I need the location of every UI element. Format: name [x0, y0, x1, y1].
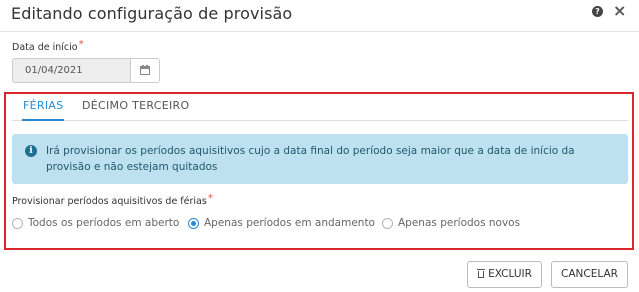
delete-button[interactable]: EXCLUIR: [467, 261, 542, 288]
radio-button[interactable]: [12, 218, 23, 229]
dialog-header: Editando configuração de provisão ? ×: [0, 0, 639, 32]
tab-bar: FÉRIAS DÉCIMO TERCEIRO: [12, 94, 628, 121]
calendar-button[interactable]: [130, 58, 160, 83]
calendar-icon: [140, 65, 150, 75]
start-date-label-text: Data de início: [12, 42, 78, 53]
radio-label: Apenas períodos em andamento: [204, 217, 375, 229]
provision-label-text: Provisionar períodos aquisitivos de féri…: [12, 196, 207, 207]
start-date-label: Data de início*: [12, 39, 84, 53]
radio-label: Todos os períodos em aberto: [28, 217, 180, 229]
radio-button[interactable]: [188, 218, 199, 229]
required-mark: *: [78, 39, 84, 50]
delete-button-label: EXCLUIR: [488, 268, 532, 280]
radio-button[interactable]: [382, 218, 393, 229]
required-mark: *: [207, 193, 213, 204]
tab-decimo-terceiro[interactable]: DÉCIMO TERCEIRO: [82, 99, 189, 121]
dialog-title: Editando configuração de provisão: [11, 4, 293, 23]
info-alert: i Irá provisionar os períodos aquisitivo…: [12, 134, 628, 184]
question-circle-icon[interactable]: ?: [592, 6, 603, 17]
info-icon: i: [25, 145, 37, 157]
provision-label: Provisionar períodos aquisitivos de féri…: [12, 193, 213, 207]
start-date-input[interactable]: 01/04/2021: [12, 58, 131, 83]
alert-text: Irá provisionar os períodos aquisitivos …: [46, 145, 575, 173]
close-icon[interactable]: ×: [613, 2, 626, 20]
cancel-button[interactable]: CANCELAR: [551, 261, 628, 288]
trash-icon: [477, 269, 486, 278]
tab-ferias[interactable]: FÉRIAS: [22, 99, 65, 121]
radio-label: Apenas períodos novos: [398, 217, 521, 229]
